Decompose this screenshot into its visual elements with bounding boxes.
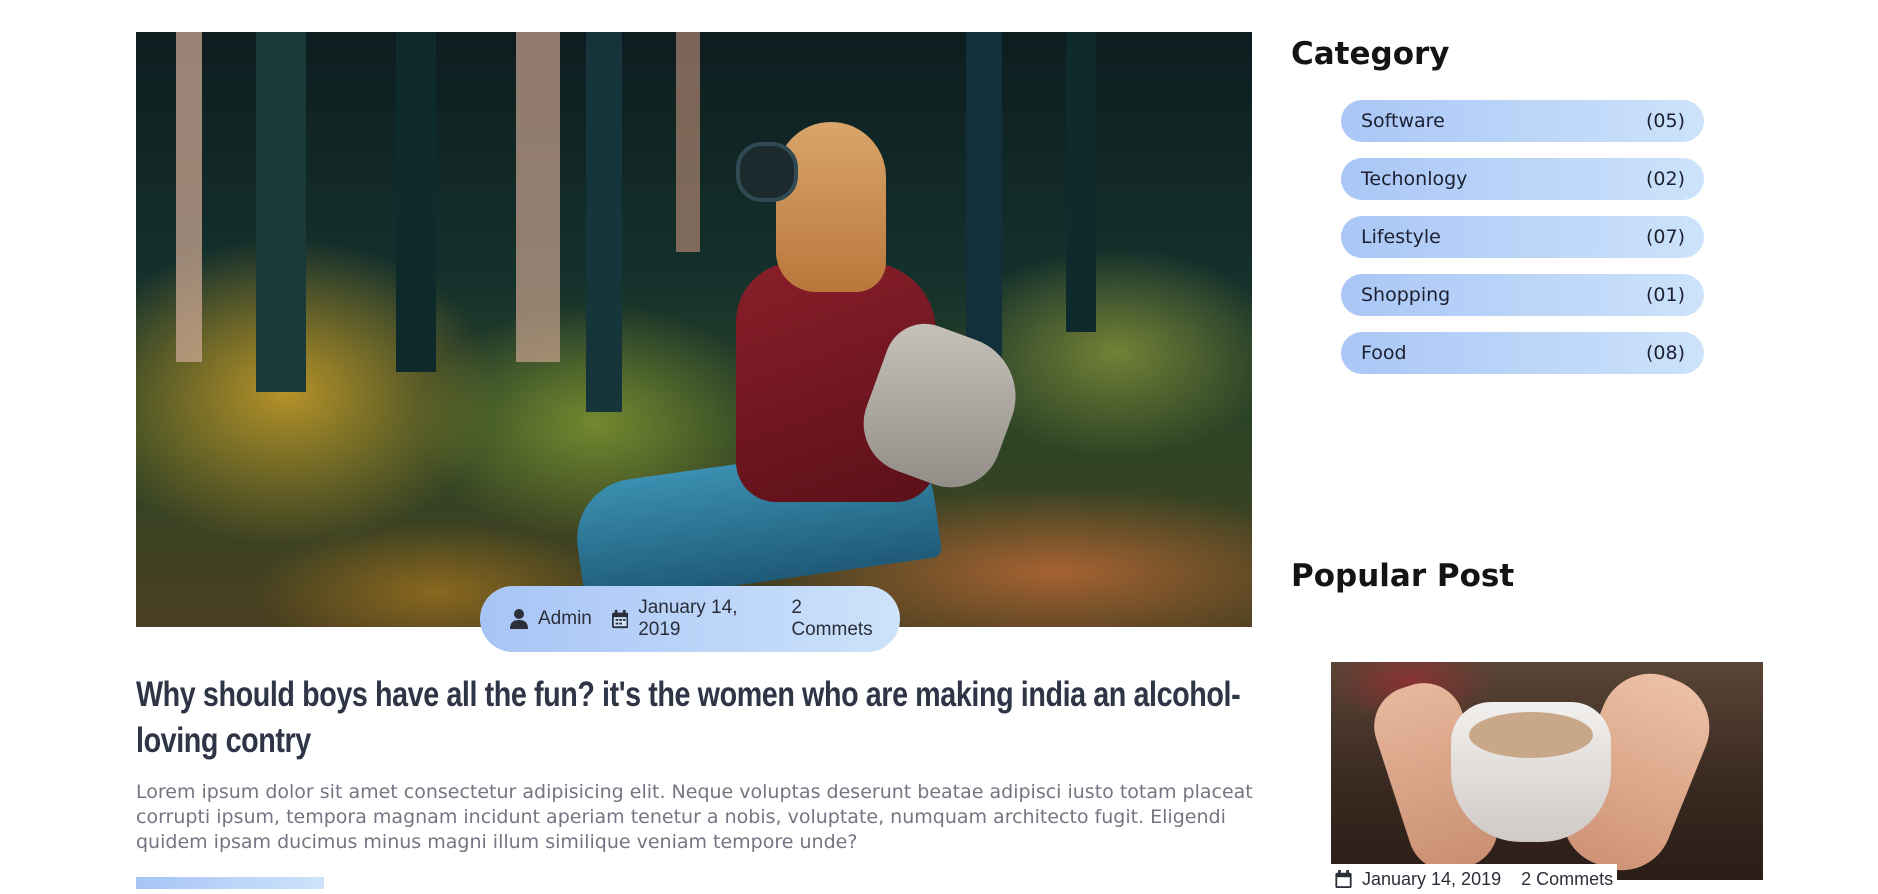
popular-post-comments[interactable]: 2 Commets — [1521, 869, 1613, 890]
category-count: (05) — [1645, 110, 1685, 132]
category-name: Software — [1361, 110, 1445, 132]
post-author[interactable]: Admin — [510, 608, 592, 630]
category-name: Food — [1361, 342, 1407, 364]
tree-trunk — [1066, 32, 1096, 332]
category-item-software[interactable]: Software (05) — [1341, 100, 1704, 142]
category-heading: Category — [1291, 36, 1450, 72]
category-item-lifestyle[interactable]: Lifestyle (07) — [1341, 216, 1704, 258]
category-item-shopping[interactable]: Shopping (01) — [1341, 274, 1704, 316]
category-list: Software (05) Techonlogy (02) Lifestyle … — [1341, 100, 1704, 390]
tree-trunk — [256, 32, 306, 392]
tree-trunk — [966, 32, 1002, 362]
popular-post-image[interactable] — [1331, 662, 1763, 880]
category-name: Lifestyle — [1361, 226, 1441, 248]
popular-post-date[interactable]: January 14, 2019 — [1362, 869, 1501, 890]
category-count: (02) — [1645, 168, 1685, 190]
calendar-icon — [1335, 870, 1352, 888]
photo-coffee — [1469, 712, 1593, 758]
category-item-technology[interactable]: Techonlogy (02) — [1341, 158, 1704, 200]
post-comments[interactable]: 2 Commets — [791, 597, 880, 641]
category-count: (08) — [1645, 342, 1685, 364]
tree-trunk — [176, 32, 202, 362]
read-more-button[interactable] — [136, 877, 324, 889]
post-meta-bar: Admin January 14, 2019 2 Commets — [480, 586, 900, 652]
tree-trunk — [676, 32, 700, 252]
tree-trunk — [516, 32, 560, 362]
post-date-text: January 14, 2019 — [638, 597, 738, 640]
popular-post-meta: January 14, 2019 2 Commets — [1331, 864, 1617, 894]
category-item-food[interactable]: Food (08) — [1341, 332, 1704, 374]
photo-subject-hair — [776, 122, 886, 292]
category-count: (07) — [1645, 226, 1685, 248]
post-author-name: Admin — [538, 608, 592, 629]
post-title[interactable]: Why should boys have all the fun? it's t… — [136, 672, 1259, 764]
user-icon — [510, 609, 528, 629]
featured-post-image[interactable] — [136, 32, 1252, 627]
popular-post-heading: Popular Post — [1291, 558, 1515, 594]
tree-trunk — [586, 32, 622, 412]
calendar-icon — [611, 609, 629, 629]
category-name: Shopping — [1361, 284, 1451, 306]
photo-subject-camera — [736, 142, 798, 202]
tree-trunk — [396, 32, 436, 372]
category-name: Techonlogy — [1361, 168, 1468, 190]
category-count: (01) — [1645, 284, 1685, 306]
post-date[interactable]: January 14, 2019 — [611, 597, 772, 641]
post-comments-text: 2 Commets — [791, 597, 873, 640]
post-excerpt: Lorem ipsum dolor sit amet consectetur a… — [136, 781, 1253, 853]
